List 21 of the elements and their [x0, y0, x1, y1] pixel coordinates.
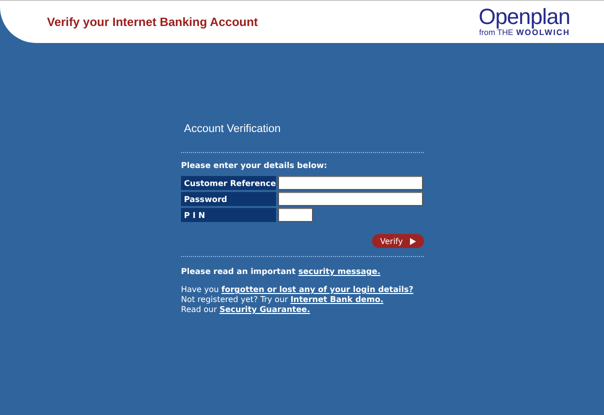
field-label: Password [181, 192, 276, 206]
notice-text: Please read an important security message. [181, 267, 382, 277]
verify-button[interactable]: Verify [372, 234, 424, 248]
input-field[interactable] [278, 192, 423, 206]
play-icon [410, 238, 416, 244]
input-field[interactable] [278, 208, 313, 222]
field-label: Customer Reference [181, 176, 276, 190]
field-label: P I N [181, 208, 276, 222]
help-text: Not registered yet? Try our Internet Bank demo. [181, 295, 384, 305]
help-link[interactable]: Internet Bank demo. [290, 295, 384, 304]
logo-name: Openplan [478, 6, 570, 28]
help-link[interactable]: forgotten or lost any of your login details? [221, 285, 414, 294]
page-title: Verify your Internet Banking Account [47, 15, 258, 29]
help-text: Read our Security Guarantee. [181, 305, 312, 315]
input-field[interactable] [278, 176, 423, 190]
form-title: Account Verification [184, 123, 282, 135]
help-text: Have you forgotten or lost any of your login details? [181, 285, 414, 295]
form-intro: Please enter your details below: [181, 161, 328, 170]
security-message-link[interactable]: security message. [298, 267, 380, 276]
help-link[interactable]: Security Guarantee. [219, 305, 310, 314]
logo-tagline: from THE WOOLWICH [479, 28, 570, 38]
